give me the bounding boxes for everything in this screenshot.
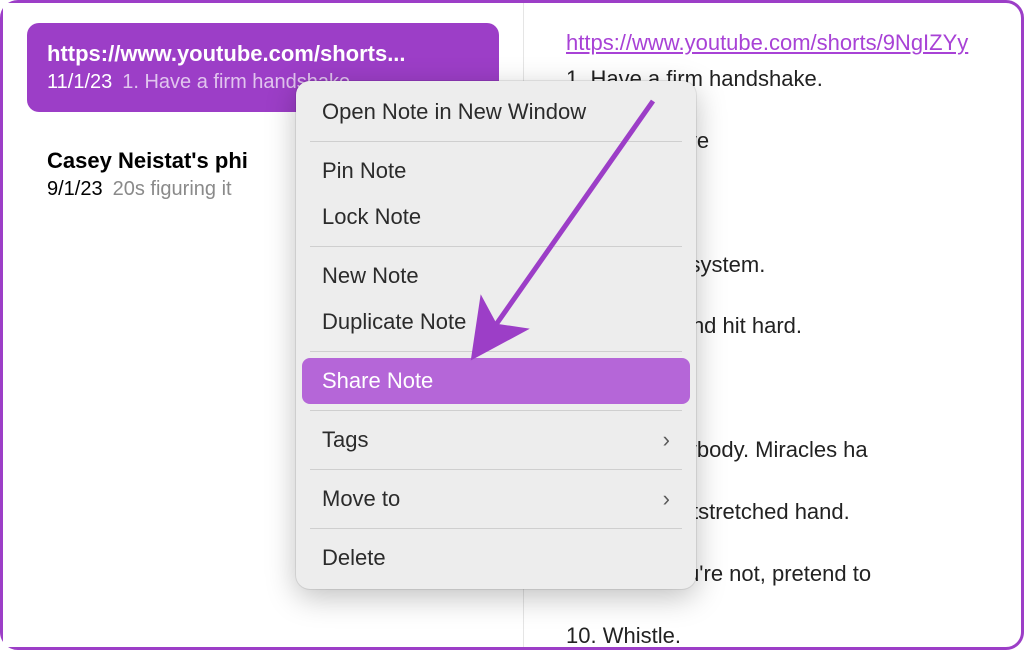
menu-lock-note[interactable]: Lock Note bbox=[302, 194, 690, 240]
menu-separator bbox=[310, 410, 682, 411]
note-date: 9/1/23 bbox=[47, 178, 103, 201]
menu-tags[interactable]: Tags › bbox=[302, 417, 690, 463]
menu-separator bbox=[310, 141, 682, 142]
menu-separator bbox=[310, 351, 682, 352]
note-title: https://www.youtube.com/shorts... bbox=[47, 41, 479, 67]
chevron-right-icon: › bbox=[663, 427, 670, 453]
menu-separator bbox=[310, 528, 682, 529]
menu-label: Duplicate Note bbox=[322, 309, 466, 335]
menu-label: Tags bbox=[322, 427, 368, 453]
menu-pin-note[interactable]: Pin Note bbox=[302, 148, 690, 194]
menu-delete[interactable]: Delete bbox=[302, 535, 690, 581]
menu-label: Share Note bbox=[322, 368, 433, 394]
menu-move-to[interactable]: Move to › bbox=[302, 476, 690, 522]
menu-new-note[interactable]: New Note bbox=[302, 253, 690, 299]
note-date: 11/1/23 bbox=[47, 71, 112, 94]
menu-label: Move to bbox=[322, 486, 400, 512]
context-menu: Open Note in New Window Pin Note Lock No… bbox=[296, 81, 696, 589]
chevron-right-icon: › bbox=[663, 486, 670, 512]
menu-label: Delete bbox=[322, 545, 386, 571]
note-preview: 20s figuring it bbox=[113, 178, 232, 201]
menu-label: New Note bbox=[322, 263, 419, 289]
menu-label: Lock Note bbox=[322, 204, 421, 230]
menu-label: Pin Note bbox=[322, 158, 406, 184]
menu-separator bbox=[310, 246, 682, 247]
menu-open-new-window[interactable]: Open Note in New Window bbox=[302, 89, 690, 135]
menu-share-note[interactable]: Share Note bbox=[302, 358, 690, 404]
note-text-line: 10. Whistle. bbox=[566, 620, 1015, 652]
menu-separator bbox=[310, 469, 682, 470]
menu-duplicate-note[interactable]: Duplicate Note bbox=[302, 299, 690, 345]
menu-label: Open Note in New Window bbox=[322, 99, 586, 125]
note-link[interactable]: https://www.youtube.com/shorts/9NgIZYy bbox=[566, 30, 968, 55]
